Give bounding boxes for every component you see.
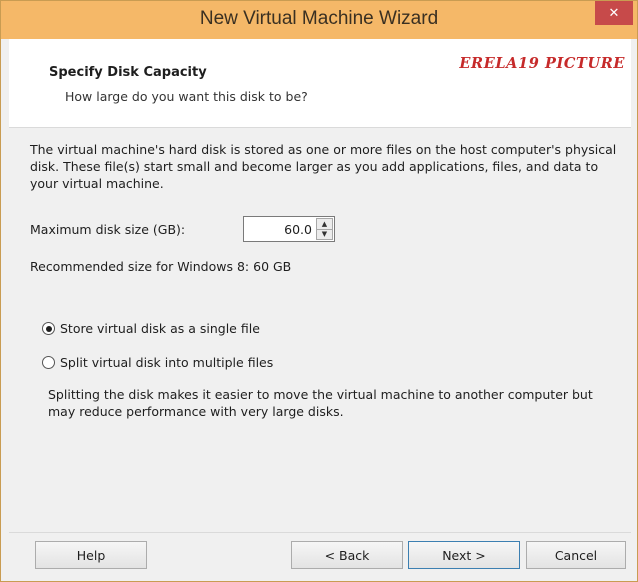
close-icon: ✕ [608,5,620,21]
single-file-label[interactable]: Store virtual disk as a single file [60,321,260,336]
wizard-footer: Help < Back Next > Cancel [9,532,631,575]
split-files-label[interactable]: Split virtual disk into multiple files [60,355,273,370]
watermark-text: ERELA19 PICTURE [459,55,625,72]
help-button[interactable]: Help [35,541,147,569]
window-title: New Virtual Machine Wizard [199,8,439,29]
page-subtitle: How large do you want this disk to be? [65,89,308,104]
split-files-radio[interactable] [42,356,55,369]
wizard-header: Specify Disk Capacity How large do you w… [9,39,631,128]
spin-arrows: ▲ ▼ [316,218,333,240]
wizard-window: New Virtual Machine Wizard ✕ Specify Dis… [0,0,638,582]
disk-description: The virtual machine's hard disk is store… [30,142,617,191]
back-button[interactable]: < Back [291,541,403,569]
max-disk-size-label: Maximum disk size (GB): [30,222,186,237]
cancel-button[interactable]: Cancel [526,541,626,569]
split-description: Splitting the disk makes it easier to mo… [48,387,593,419]
single-file-radio[interactable] [42,322,55,335]
max-disk-size-value[interactable]: 60.0 [284,222,312,237]
spin-up-icon[interactable]: ▲ [316,218,333,230]
max-disk-size-stepper[interactable]: 60.0 ▲ ▼ [243,216,335,242]
spin-down-icon[interactable]: ▼ [316,229,333,240]
wizard-content: The virtual machine's hard disk is store… [9,128,631,531]
page-title: Specify Disk Capacity [49,65,207,80]
next-button[interactable]: Next > [408,541,520,569]
radio-selected-dot [45,325,52,332]
recommended-size-text: Recommended size for Windows 8: 60 GB [30,259,292,274]
close-button[interactable]: ✕ [595,1,633,25]
title-bar[interactable]: New Virtual Machine Wizard ✕ [1,1,637,39]
